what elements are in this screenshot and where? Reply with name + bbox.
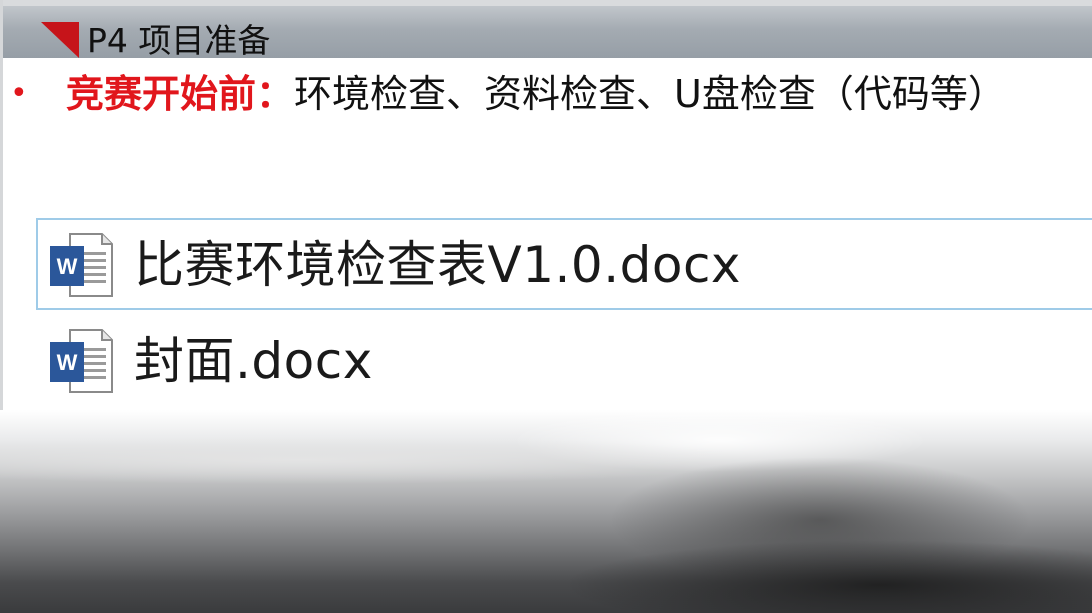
bullet-label: 竞赛开始前： bbox=[66, 72, 295, 116]
slide-title-bar: P4 项目准备 bbox=[3, 6, 1092, 60]
red-triangle-marker bbox=[41, 22, 79, 58]
file-name: 比赛环境检查表V1.0.docx bbox=[134, 236, 742, 294]
word-document-icon: W bbox=[50, 329, 113, 393]
bullet-point: • 竞赛开始前：环境检查、资料检查、U盘检查（代码等） bbox=[10, 66, 1006, 122]
file-item-selected[interactable]: W 比赛环境检查表V1.0.docx bbox=[36, 218, 1092, 310]
landscape-highlight bbox=[0, 430, 1092, 490]
bullet-marker: • bbox=[10, 76, 28, 111]
slide-title: P4 项目准备 bbox=[87, 21, 271, 60]
word-document-icon: W bbox=[50, 233, 113, 297]
bullet-text: 环境检查、资料检查、U盘检查（代码等） bbox=[294, 72, 1006, 116]
file-item[interactable]: W 封面.docx bbox=[36, 314, 1092, 406]
svg-text:W: W bbox=[57, 350, 78, 375]
file-name: 封面.docx bbox=[134, 332, 373, 390]
svg-text:W: W bbox=[57, 254, 78, 279]
presentation-slide: P4 项目准备 • 竞赛开始前：环境检查、资料检查、U盘检查（代码等） W 比赛环… bbox=[0, 0, 1092, 613]
